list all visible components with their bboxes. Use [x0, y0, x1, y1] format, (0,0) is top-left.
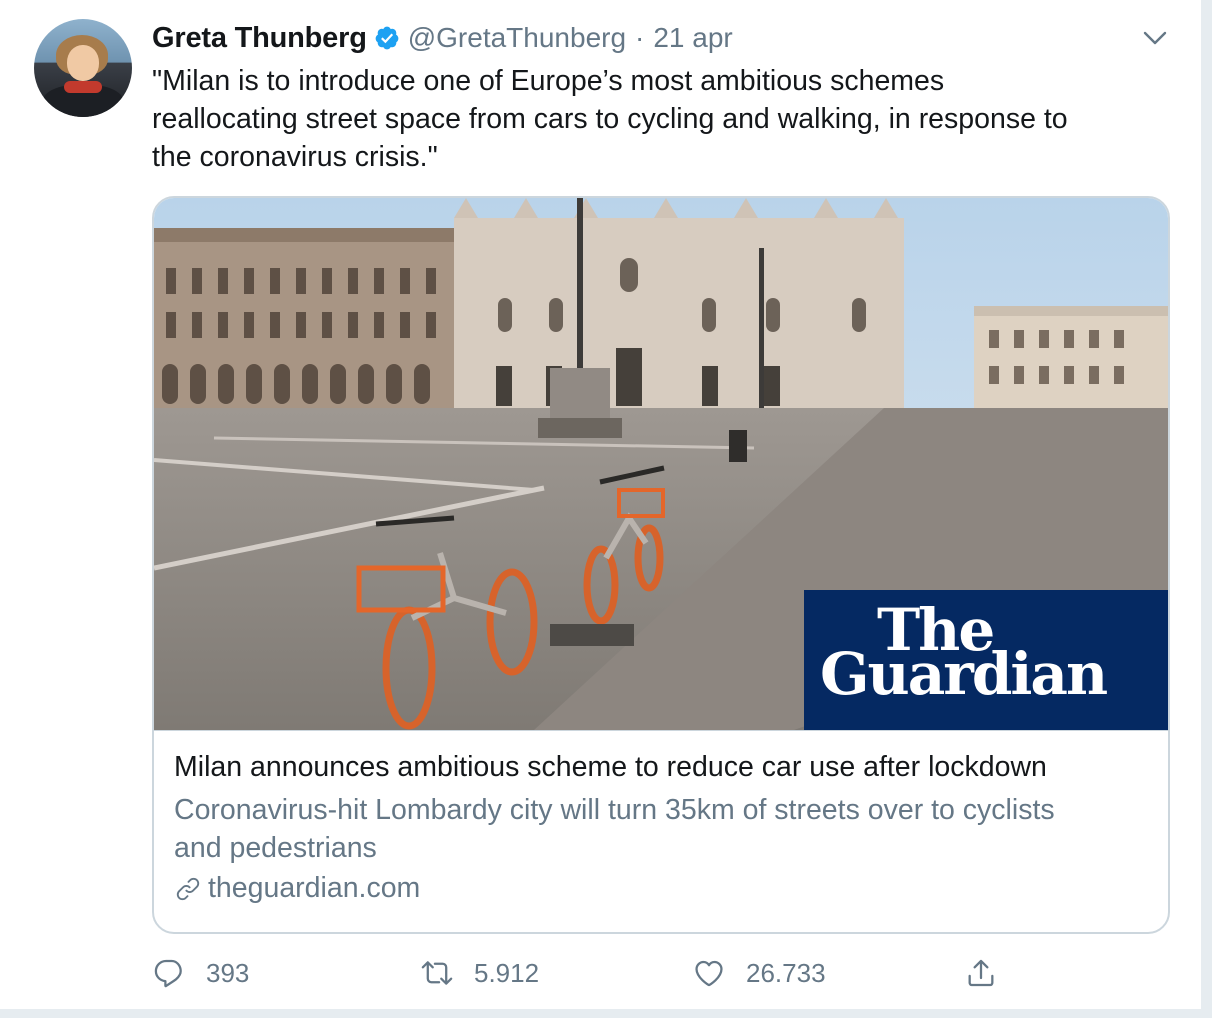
link-icon [176, 877, 200, 900]
avatar-scarf [64, 81, 102, 93]
retweet-icon [421, 961, 453, 985]
like-count: 26.733 [746, 957, 826, 988]
retweet-count: 5.912 [474, 957, 540, 988]
reply-count: 393 [206, 957, 250, 988]
separator-dot: · [635, 22, 645, 53]
chevron-down-icon[interactable] [1141, 26, 1169, 50]
avatar[interactable] [34, 19, 132, 117]
card-description: Coronavirus-hit Lombardy city will turn … [174, 791, 1154, 867]
tweet[interactable]: Greta Thunberg @GretaThunberg · 21 apr "… [0, 0, 1202, 1010]
card-description-line: and pedestrians [174, 832, 377, 864]
author-handle[interactable]: @GretaThunberg [408, 22, 626, 54]
tweet-header: Greta Thunberg @GretaThunberg · 21 apr [152, 20, 733, 56]
card-domain: theguardian.com [174, 872, 420, 905]
tweet-text: "Milan is to introduce one of Europe’s m… [152, 62, 1162, 176]
avatar-face [67, 45, 99, 81]
tweet-date[interactable]: 21 apr [653, 22, 732, 54]
link-card[interactable]: The Guardian Milan announces ambitious s… [152, 196, 1170, 934]
reply-button[interactable]: 393 [152, 950, 249, 996]
card-image[interactable]: The Guardian [154, 198, 1168, 730]
card-title: Milan announces ambitious scheme to redu… [174, 751, 1047, 783]
tweet-actions: 393 5.912 26.733 [152, 950, 1012, 998]
guardian-logo-line2: Guardian [820, 640, 1108, 708]
like-button[interactable]: 26.733 [692, 950, 826, 996]
author-name[interactable]: Greta Thunberg [152, 22, 367, 55]
reply-icon [154, 959, 182, 988]
verified-badge-icon [375, 26, 399, 50]
card-description-line: Coronavirus-hit Lombardy city will turn … [174, 794, 1055, 826]
retweet-button[interactable]: 5.912 [420, 950, 539, 996]
guardian-logo: The Guardian [804, 590, 1168, 730]
tweet-text-line: "Milan is to introduce one of Europe’s m… [152, 65, 945, 97]
share-button[interactable] [964, 950, 998, 996]
card-body[interactable]: Milan announces ambitious scheme to redu… [154, 730, 1168, 932]
share-icon [968, 959, 994, 987]
card-domain-text: theguardian.com [208, 872, 421, 904]
heart-icon [695, 960, 723, 987]
tweet-text-line: the coronavirus crisis." [152, 141, 438, 173]
tweet-text-line: reallocating street space from cars to c… [152, 103, 1068, 135]
